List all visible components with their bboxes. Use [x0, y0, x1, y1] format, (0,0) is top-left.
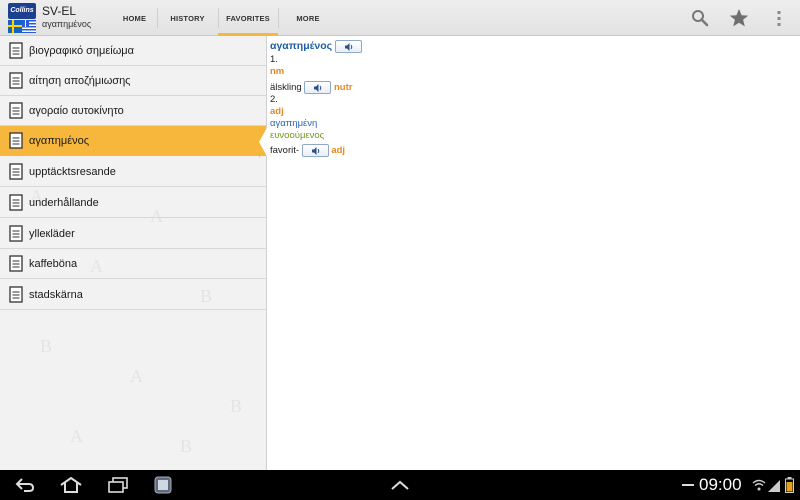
document-icon — [9, 132, 23, 149]
search-icon[interactable] — [688, 6, 712, 30]
watermark-letter: B — [180, 436, 193, 456]
app-subtitle: αγαπημένος — [42, 19, 92, 29]
tab-home[interactable]: HOME — [112, 0, 157, 36]
entry-content: αγαπημένος 1. nm älskling nutr 2. adj αγ… — [268, 36, 800, 470]
favorite-item-label: stadskärna — [29, 288, 83, 301]
part-of-speech: adj — [270, 106, 284, 117]
document-icon — [9, 42, 23, 59]
star-icon[interactable] — [727, 6, 751, 30]
system-navigation-bar: 09:00 — [0, 470, 800, 500]
document-icon — [9, 102, 23, 119]
tab-bar: HOME HISTORY FAVORITES MORE — [112, 0, 338, 36]
part-of-speech: adj — [331, 145, 346, 157]
watermark-letter: A — [70, 426, 83, 446]
tab-more[interactable]: MORE — [278, 0, 338, 36]
translation-line: favorit- adj — [270, 144, 345, 157]
app-title: SV-EL — [42, 4, 77, 18]
translation: favorit- — [270, 145, 300, 157]
favorite-item[interactable]: αγοραίο αυτοκίνητο — [0, 96, 266, 126]
watermark-letter: B — [40, 336, 53, 356]
speaker-icon — [314, 84, 322, 92]
chevron-up-icon[interactable] — [388, 474, 412, 496]
swedish-flag-icon — [8, 20, 22, 33]
favorite-item[interactable]: stadskärna — [0, 280, 266, 310]
battery-icon — [783, 474, 795, 496]
translation: älskling — [270, 82, 302, 94]
speaker-icon — [344, 43, 352, 51]
favorite-item-label: upptäcktsresande — [29, 165, 116, 178]
document-icon — [9, 255, 23, 272]
favorite-item-label: βιογραφικό σημείωμα — [29, 44, 134, 57]
home-icon[interactable] — [57, 474, 85, 496]
tab-history[interactable]: HISTORY — [157, 0, 218, 36]
document-icon — [9, 225, 23, 242]
collins-logo-text: Collins — [8, 3, 36, 19]
document-icon — [9, 194, 23, 211]
document-icon — [9, 163, 23, 180]
favorite-item[interactable]: ylleкläder — [0, 219, 266, 249]
favorites-list-panel: A A A B B A B A B βιογραφικό σημείωμα αί… — [0, 36, 267, 470]
favorite-item-label: underhållande — [29, 196, 99, 209]
signal-icon — [768, 474, 780, 496]
translation-line: älskling nutr — [270, 81, 352, 94]
audio-speaker-button[interactable] — [301, 144, 329, 157]
action-bar: Collins SV-EL αγαπημένος HOME HISTORY FA… — [0, 0, 800, 36]
headword: αγαπημένος — [270, 40, 333, 53]
notification-icon[interactable] — [680, 474, 696, 496]
favorite-item[interactable]: αίτηση αποζήμιωσης — [0, 66, 266, 96]
favorite-item-label: αίτηση αποζήμιωσης — [29, 74, 131, 87]
status-clock: 09:00 — [699, 475, 742, 494]
document-icon — [9, 286, 23, 303]
watermark-letter: B — [230, 396, 243, 416]
screenshot-icon[interactable] — [151, 474, 175, 496]
watermark-letter: A — [130, 366, 143, 386]
audio-speaker-button[interactable] — [304, 81, 332, 94]
tab-favorites[interactable]: FAVORITES — [218, 0, 278, 36]
overflow-menu-icon[interactable] — [767, 6, 791, 30]
language-flags-icon — [8, 20, 36, 33]
sense-number: 2. — [270, 94, 278, 105]
favorite-item-label: αγοραίο αυτοκίνητο — [29, 104, 124, 117]
audio-speaker-button[interactable] — [334, 40, 362, 53]
recent-apps-icon[interactable] — [105, 474, 131, 496]
wifi-icon — [752, 474, 766, 496]
gender-label: nutr — [333, 82, 353, 94]
favorite-item-label: ylleкläder — [29, 227, 75, 240]
favorite-item[interactable]: βιογραφικό σημείωμα — [0, 36, 266, 66]
inflected-form: αγαπημένη — [270, 118, 318, 129]
favorite-item[interactable]: kaffeböna — [0, 249, 266, 279]
document-icon — [9, 72, 23, 89]
back-icon[interactable] — [12, 474, 38, 496]
speaker-icon — [311, 147, 319, 155]
favorite-item-selected[interactable]: αγαπημένος — [0, 126, 266, 156]
app-logo[interactable]: Collins — [8, 3, 36, 33]
part-of-speech: nm — [270, 66, 285, 77]
favorite-item[interactable]: upptäcktsresande — [0, 157, 266, 187]
favorite-item-label: αγαπημένος — [29, 134, 90, 147]
synonym: ευνοούμενος — [270, 130, 325, 141]
entry-headword-line: αγαπημένος — [270, 40, 362, 53]
favorite-item[interactable]: underhållande — [0, 188, 266, 218]
favorite-item-label: kaffeböna — [29, 257, 78, 270]
sense-number: 1. — [270, 54, 278, 65]
greek-flag-icon — [22, 20, 36, 33]
